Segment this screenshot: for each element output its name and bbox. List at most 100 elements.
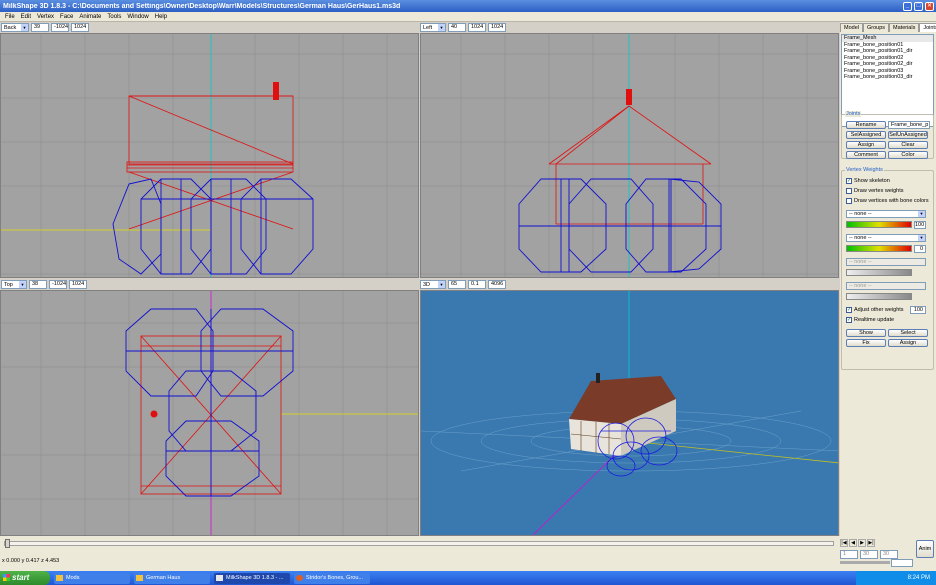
- tab-materials[interactable]: Materials: [889, 23, 920, 32]
- weight1-field[interactable]: 100: [914, 221, 926, 229]
- task-german-haus[interactable]: German Haus: [134, 572, 210, 584]
- speed-field[interactable]: [891, 559, 913, 567]
- back-view-mesh: [1, 34, 418, 277]
- joints-group-label: Joints: [845, 111, 862, 117]
- windows-logo-icon: [3, 574, 10, 581]
- timeline-thumb[interactable]: [5, 539, 10, 548]
- left-view-select[interactable]: Left ▼: [420, 23, 446, 32]
- menu-help[interactable]: Help: [152, 14, 170, 20]
- assign-button[interactable]: Assign: [846, 141, 886, 149]
- draw-weights-checkbox[interactable]: Draw vertex weights: [846, 188, 904, 194]
- adjust-other-checkbox[interactable]: ✓ Adjust other weights: [846, 307, 904, 313]
- maximize-button[interactable]: □: [914, 1, 923, 11]
- weight2-slider[interactable]: [846, 245, 912, 252]
- assign-weights-button[interactable]: Assign: [888, 339, 928, 347]
- top-view-select[interactable]: Top ▼: [1, 280, 27, 289]
- left-max-field[interactable]: 1024: [488, 23, 506, 32]
- play-icon[interactable]: ▶: [858, 539, 866, 547]
- speed-slider[interactable]: [840, 561, 890, 564]
- bone2-select[interactable]: -- none -- ▼: [846, 234, 926, 242]
- top-viewport[interactable]: [0, 290, 419, 536]
- back-viewport[interactable]: [0, 33, 419, 278]
- back-min-field[interactable]: -1024: [51, 23, 69, 32]
- chevron-down-icon: ▼: [21, 24, 28, 31]
- weight2-field[interactable]: 0: [914, 245, 926, 253]
- next-frame-icon[interactable]: ▶|: [867, 539, 875, 547]
- chevron-down-icon: ▼: [918, 211, 925, 217]
- bone1-select[interactable]: -- none -- ▼: [846, 210, 926, 218]
- comment-button[interactable]: Comment: [846, 151, 886, 159]
- task-browser[interactable]: Stridor's Bones, Grou...: [294, 572, 370, 584]
- top-zoom-field[interactable]: 38: [29, 280, 47, 289]
- tab-model[interactable]: Model: [840, 23, 863, 32]
- joint-name-field[interactable]: Frame_bone_p: [888, 121, 930, 129]
- tab-joints[interactable]: Joints: [919, 23, 936, 32]
- menu-tools[interactable]: Tools: [104, 14, 124, 20]
- bone3-select: -- none --: [846, 258, 926, 266]
- folder-icon: [56, 574, 63, 581]
- back-max-field[interactable]: 1024: [71, 23, 89, 32]
- adjust-value-field[interactable]: 100: [910, 306, 926, 314]
- sel-assigned-button[interactable]: SelAssigned: [846, 131, 886, 139]
- anim-button[interactable]: Anim: [916, 540, 934, 558]
- start-button[interactable]: start: [0, 571, 50, 585]
- 3d-near-field[interactable]: 0.1: [468, 280, 486, 289]
- task-milkshape[interactable]: MilkShape 3D 1.8.3 - ...: [214, 572, 290, 584]
- prev-frame-icon[interactable]: ◀: [849, 539, 857, 547]
- system-tray: 8:24 PM: [856, 571, 936, 585]
- window-title: MilkShape 3D 1.8.3 - C:\Documents and Se…: [3, 2, 401, 10]
- menu-face[interactable]: Face: [57, 14, 76, 20]
- vertex-weights-group: Vertex Weights ✓ Show skeleton Draw verte…: [841, 167, 934, 370]
- back-zoom-field[interactable]: 39: [31, 23, 49, 32]
- show-button[interactable]: Show: [846, 329, 886, 337]
- back-view-select[interactable]: Back ▼: [1, 23, 29, 32]
- menu-vertex[interactable]: Vertex: [34, 14, 57, 20]
- right-panel: Model Groups Materials Joints Frame_Mesh…: [840, 22, 936, 536]
- frame-field-a[interactable]: 1: [840, 550, 858, 559]
- draw-bone-colors-checkbox[interactable]: Draw vertices with bone colors: [846, 198, 929, 204]
- show-skeleton-checkbox[interactable]: ✓ Show skeleton: [846, 178, 890, 184]
- frame-field-b[interactable]: 30: [860, 550, 878, 559]
- menu-animate[interactable]: Animate: [76, 14, 104, 20]
- select-button[interactable]: Select: [888, 329, 928, 337]
- 3d-far-field[interactable]: 4096: [488, 280, 506, 289]
- chevron-down-icon: ▼: [918, 235, 925, 241]
- left-min-field[interactable]: 1024: [468, 23, 486, 32]
- list-item[interactable]: Frame_bone_position03_dir: [842, 74, 933, 81]
- joints-group: Joints Rename Frame_bone_p SelAssigned S…: [841, 111, 934, 159]
- timeline-slider[interactable]: [4, 541, 834, 546]
- clear-button[interactable]: Clear: [888, 141, 928, 149]
- task-mods[interactable]: Mods: [54, 572, 130, 584]
- color-button[interactable]: Color: [888, 151, 928, 159]
- frame-field-c[interactable]: 30: [880, 550, 898, 559]
- weight4-slider: [846, 293, 912, 300]
- playback-controls: |◀ ◀ ▶ ▶|: [840, 539, 875, 547]
- first-frame-icon[interactable]: |◀: [840, 539, 848, 547]
- tray-clock[interactable]: 8:24 PM: [908, 575, 930, 581]
- fix-button[interactable]: Fix: [846, 339, 886, 347]
- top-min-field[interactable]: -1024: [49, 280, 67, 289]
- vertex-weights-label: Vertex Weights: [845, 167, 884, 173]
- close-button[interactable]: ✕: [925, 1, 934, 11]
- left-zoom-field[interactable]: 40: [448, 23, 466, 32]
- sel-unassigned-button[interactable]: SelUnAssigned: [888, 131, 928, 139]
- menu-file[interactable]: File: [2, 14, 18, 20]
- 3d-view-scene: [421, 291, 838, 535]
- weight1-slider[interactable]: [846, 221, 912, 228]
- checkmark-icon: ✓: [846, 307, 852, 313]
- menu-edit[interactable]: Edit: [18, 14, 34, 20]
- checkmark-icon: ✓: [846, 317, 852, 323]
- minimize-button[interactable]: _: [903, 1, 912, 11]
- 3d-viewport[interactable]: [420, 290, 839, 536]
- 3d-zoom-field[interactable]: 65: [448, 280, 466, 289]
- realtime-update-checkbox[interactable]: ✓ Realtime update: [846, 317, 894, 323]
- rename-button[interactable]: Rename: [846, 121, 886, 129]
- browser-icon: [296, 574, 303, 581]
- 3d-view-select[interactable]: 3D ▼: [420, 280, 446, 289]
- app-icon: [216, 574, 223, 581]
- menu-window[interactable]: Window: [124, 14, 151, 20]
- tab-groups[interactable]: Groups: [862, 23, 890, 32]
- taskbar: start Mods German Haus MilkShape 3D 1.8.…: [0, 571, 936, 585]
- top-max-field[interactable]: 1024: [69, 280, 87, 289]
- left-viewport[interactable]: [420, 33, 839, 278]
